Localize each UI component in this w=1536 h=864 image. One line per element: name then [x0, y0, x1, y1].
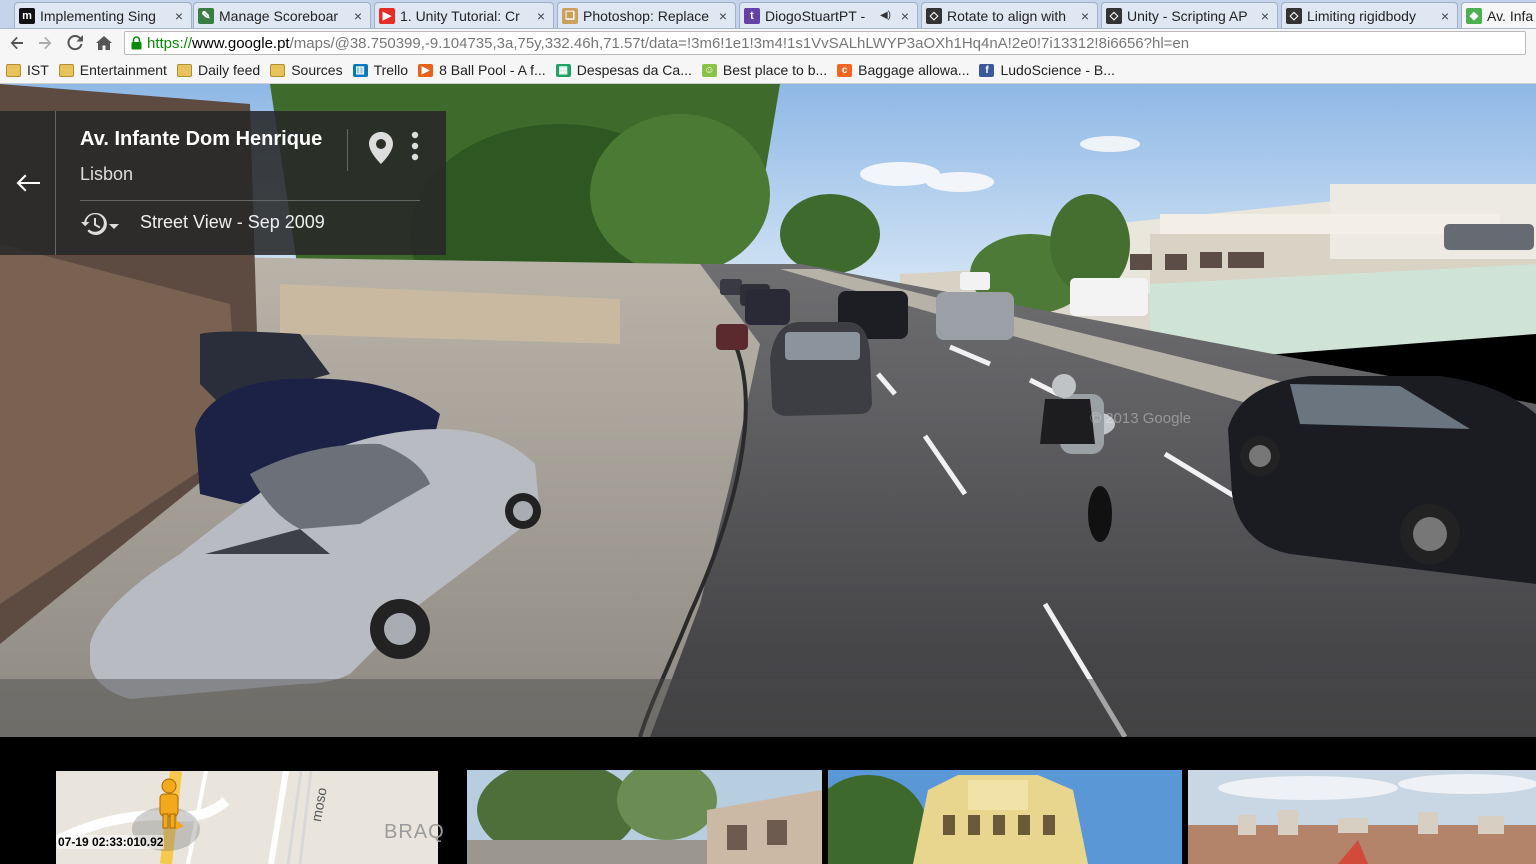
bookmark-label: Daily feed	[197, 62, 261, 78]
timestamp-overlay: 07-19 02:33:010.92	[57, 835, 165, 849]
document-icon: ❑	[562, 7, 578, 24]
street-view-info-card: Av. Infante Dom Henrique Lisbon Street V…	[0, 111, 446, 255]
google-maps-icon: ◆	[1466, 7, 1482, 24]
bookmark-item[interactable]: ▦ Despesas da Ca...	[555, 62, 692, 78]
tab[interactable]: ◇ Unity - Scripting AP ×	[1101, 2, 1278, 28]
tab[interactable]: ✎ Manage Scoreboar ×	[193, 2, 371, 28]
trello-icon: ▥	[352, 63, 368, 77]
bookmarks-bar: IST Entertainment Daily feed Sources ▥ Trello…	[0, 57, 1536, 84]
unity-icon: ◇	[926, 7, 942, 24]
photo-thumbnail-1[interactable]	[467, 770, 822, 864]
facebook-icon: f	[979, 63, 995, 77]
bookmark-label: Entertainment	[79, 62, 167, 78]
folder-icon	[58, 63, 74, 77]
bookmark-item[interactable]: Daily feed	[176, 62, 261, 78]
bookmark-item[interactable]: ☺ Best place to b...	[701, 62, 828, 78]
bookmark-label: LudoScience - B...	[1000, 62, 1115, 78]
forward-icon[interactable]	[31, 29, 59, 57]
tab-title: Av. Infa	[1487, 7, 1534, 24]
map-label-braq: BRAQ	[384, 821, 445, 843]
bookmark-label: IST	[27, 62, 49, 78]
tab-close-icon[interactable]: ×	[352, 8, 364, 24]
tab[interactable]: ◆ Av. Infa	[1461, 2, 1536, 28]
card-divider-vertical	[347, 129, 348, 171]
folder-icon	[270, 63, 286, 77]
folder-icon	[6, 63, 21, 77]
tab-close-icon[interactable]: ×	[899, 8, 911, 24]
tab-close-icon[interactable]: ×	[535, 8, 547, 24]
bookmark-label: Sources	[291, 62, 343, 78]
tab-close-icon[interactable]: ×	[1079, 8, 1091, 24]
pencil-icon: ✎	[198, 7, 214, 24]
bookmark-label: 8 Ball Pool - A f...	[439, 62, 546, 78]
minimap[interactable]	[56, 771, 438, 864]
audio-playing-icon[interactable]: ◀)	[880, 10, 891, 21]
history-clock-icon	[80, 211, 108, 242]
url-path: /maps/@38.750399,-9.104735,3a,75y,332.46…	[289, 34, 1190, 52]
medium-icon: m	[19, 7, 35, 24]
reload-icon[interactable]	[61, 29, 89, 57]
chevron-down-icon	[108, 218, 120, 236]
youtube-icon: ▶	[379, 7, 395, 24]
bookmark-label: Baggage allowa...	[858, 62, 970, 78]
bookmark-item[interactable]: c Baggage allowa...	[837, 62, 969, 78]
back-icon[interactable]	[3, 29, 31, 57]
tab[interactable]: m Implementing Sing ×	[14, 2, 192, 28]
twitch-icon: t	[744, 7, 760, 24]
time-machine-button[interactable]	[80, 211, 120, 242]
bookmark-label: Despesas da Ca...	[576, 62, 692, 78]
url-host: www.google.pt	[192, 34, 290, 52]
unity-icon: ◇	[1106, 7, 1122, 24]
tab[interactable]: ❑ Photoshop: Replace ×	[557, 2, 736, 28]
tab-close-icon[interactable]: ×	[173, 8, 185, 24]
bookmark-item[interactable]: f LudoScience - B...	[979, 62, 1115, 78]
tab-title: Limiting rigidbody	[1307, 7, 1416, 24]
street-name: Av. Infante Dom Henrique	[80, 128, 323, 150]
tab-title: Rotate to align with	[947, 7, 1067, 24]
bookmark-item[interactable]: IST	[6, 62, 49, 78]
more-options-icon[interactable]	[408, 131, 422, 168]
tab-title: Manage Scoreboar	[219, 7, 339, 24]
photo-thumbnail-3[interactable]	[1188, 770, 1536, 864]
unity-icon: ◇	[1286, 7, 1302, 24]
browser-toolbar: https://www.google.pt/maps/@38.750399,-9…	[0, 29, 1536, 57]
lock-icon	[125, 36, 147, 50]
card-divider-horizontal	[80, 200, 420, 201]
tab-close-icon[interactable]: ×	[1259, 8, 1271, 24]
sheets-icon: ▦	[555, 63, 571, 77]
street-view-date: Street View - Sep 2009	[140, 212, 325, 232]
tab-title: DiogoStuartPT -	[765, 7, 866, 24]
google-watermark: © 2013 Google	[1090, 410, 1192, 427]
back-arrow-icon[interactable]	[0, 111, 56, 255]
orange-c-icon: c	[837, 63, 853, 77]
tab-strip: m Implementing Sing × ✎ Manage Scoreboar × ▶ 1.…	[0, 0, 1536, 29]
tab[interactable]: ◇ Rotate to align with ×	[921, 2, 1098, 28]
city-name: Lisbon	[80, 164, 134, 184]
bookmark-item[interactable]: Entertainment	[58, 62, 167, 78]
tab-close-icon[interactable]: ×	[1439, 8, 1451, 24]
tab-title: 1. Unity Tutorial: Cr	[400, 7, 520, 24]
tab-title: Implementing Sing	[40, 7, 156, 24]
folder-icon	[176, 63, 192, 77]
tab[interactable]: t DiogoStuartPT - ◀) ×	[739, 2, 918, 28]
tab-title: Photoshop: Replace	[583, 7, 710, 24]
bookmark-item[interactable]: ▶ 8 Ball Pool - A f...	[418, 62, 546, 78]
smiley-icon: ☺	[701, 63, 717, 77]
photo-thumbnail-2[interactable]	[828, 770, 1182, 864]
bookmark-label: Best place to b...	[722, 62, 828, 78]
tab[interactable]: ◇ Limiting rigidbody ×	[1281, 2, 1458, 28]
pegman-icon[interactable]	[154, 778, 184, 839]
play-icon: ▶	[418, 63, 434, 77]
bookmark-item[interactable]: ▥ Trello	[352, 62, 409, 78]
tab[interactable]: ▶ 1. Unity Tutorial: Cr ×	[374, 2, 554, 28]
location-pin-icon[interactable]	[368, 131, 394, 170]
tab-title: Unity - Scripting AP	[1127, 7, 1248, 24]
bookmark-item[interactable]: Sources	[270, 62, 343, 78]
address-bar[interactable]: https://www.google.pt/maps/@38.750399,-9…	[124, 31, 1526, 55]
bookmark-label: Trello	[373, 62, 409, 78]
tab-close-icon[interactable]: ×	[717, 8, 729, 24]
url-scheme: https://	[147, 34, 193, 52]
home-icon[interactable]	[90, 29, 118, 57]
